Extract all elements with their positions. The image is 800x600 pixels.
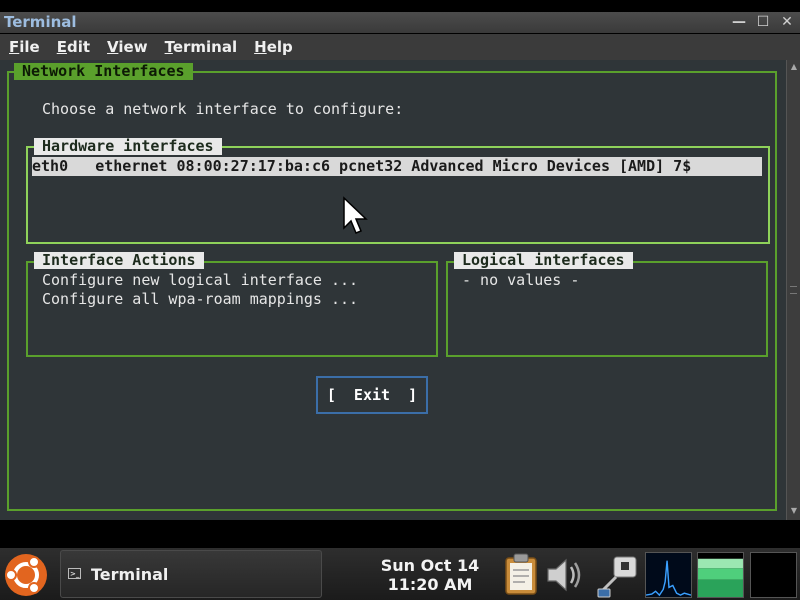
network-monitor-graph[interactable] [645, 552, 692, 598]
menu-view[interactable]: View [98, 38, 156, 56]
menubar: File Edit View Terminal Help [0, 34, 800, 60]
exit-button[interactable]: [ Exit ] [316, 376, 428, 414]
menu-help[interactable]: Help [245, 38, 301, 56]
terminal-scrollbar[interactable]: ▲ ▼ [786, 60, 800, 520]
taskbar-terminal-button[interactable]: >_ Terminal [60, 550, 322, 598]
scroll-up-icon[interactable]: ▲ [788, 62, 800, 72]
cpu-monitor-graph[interactable] [750, 552, 797, 598]
clock-time: 11:20 AM [387, 575, 473, 594]
menu-terminal[interactable]: Terminal [156, 38, 246, 56]
minimize-button[interactable]: — [732, 12, 746, 33]
dialog-prompt: Choose a network interface to configure: [42, 100, 404, 118]
scrollbar-grip[interactable] [790, 286, 797, 294]
clock-date: Sun Oct 14 [380, 556, 480, 575]
memory-monitor-graph[interactable] [697, 552, 744, 598]
clipboard-icon[interactable] [502, 552, 540, 596]
clock[interactable]: Sun Oct 14 11:20 AM [370, 556, 490, 594]
window-titlebar[interactable]: Terminal — ☐ ✕ [0, 12, 800, 33]
scroll-down-icon[interactable]: ▼ [788, 506, 800, 516]
interface-actions-title: Interface Actions [34, 252, 204, 269]
hardware-interface-row-eth0[interactable]: eth0 ethernet 08:00:27:17:ba:c6 pcnet32 … [32, 157, 762, 176]
hardware-interfaces-title: Hardware interfaces [34, 138, 222, 155]
terminal-icon: >_ [68, 568, 81, 579]
ubuntu-logo-icon[interactable] [0, 550, 52, 600]
volume-icon[interactable] [544, 553, 588, 597]
network-icon[interactable] [594, 553, 640, 599]
close-button[interactable]: ✕ [780, 12, 794, 33]
terminal-area[interactable]: Network Interfaces Choose a network inte… [0, 60, 786, 520]
window-controls: — ☐ ✕ [732, 12, 794, 33]
logical-interfaces-title: Logical interfaces [454, 252, 633, 269]
menu-file[interactable]: File [0, 38, 48, 56]
action-new-logical-interface[interactable]: Configure new logical interface ... [42, 271, 358, 290]
logical-interfaces-empty: - no values - [462, 271, 580, 289]
menu-edit[interactable]: Edit [48, 38, 98, 56]
maximize-button[interactable]: ☐ [756, 12, 770, 33]
dialog-title: Network Interfaces [14, 63, 193, 80]
mouse-pointer-icon [343, 196, 368, 234]
window-title: Terminal [4, 13, 77, 31]
action-wpa-roam-mappings[interactable]: Configure all wpa-roam mappings ... [42, 290, 358, 309]
